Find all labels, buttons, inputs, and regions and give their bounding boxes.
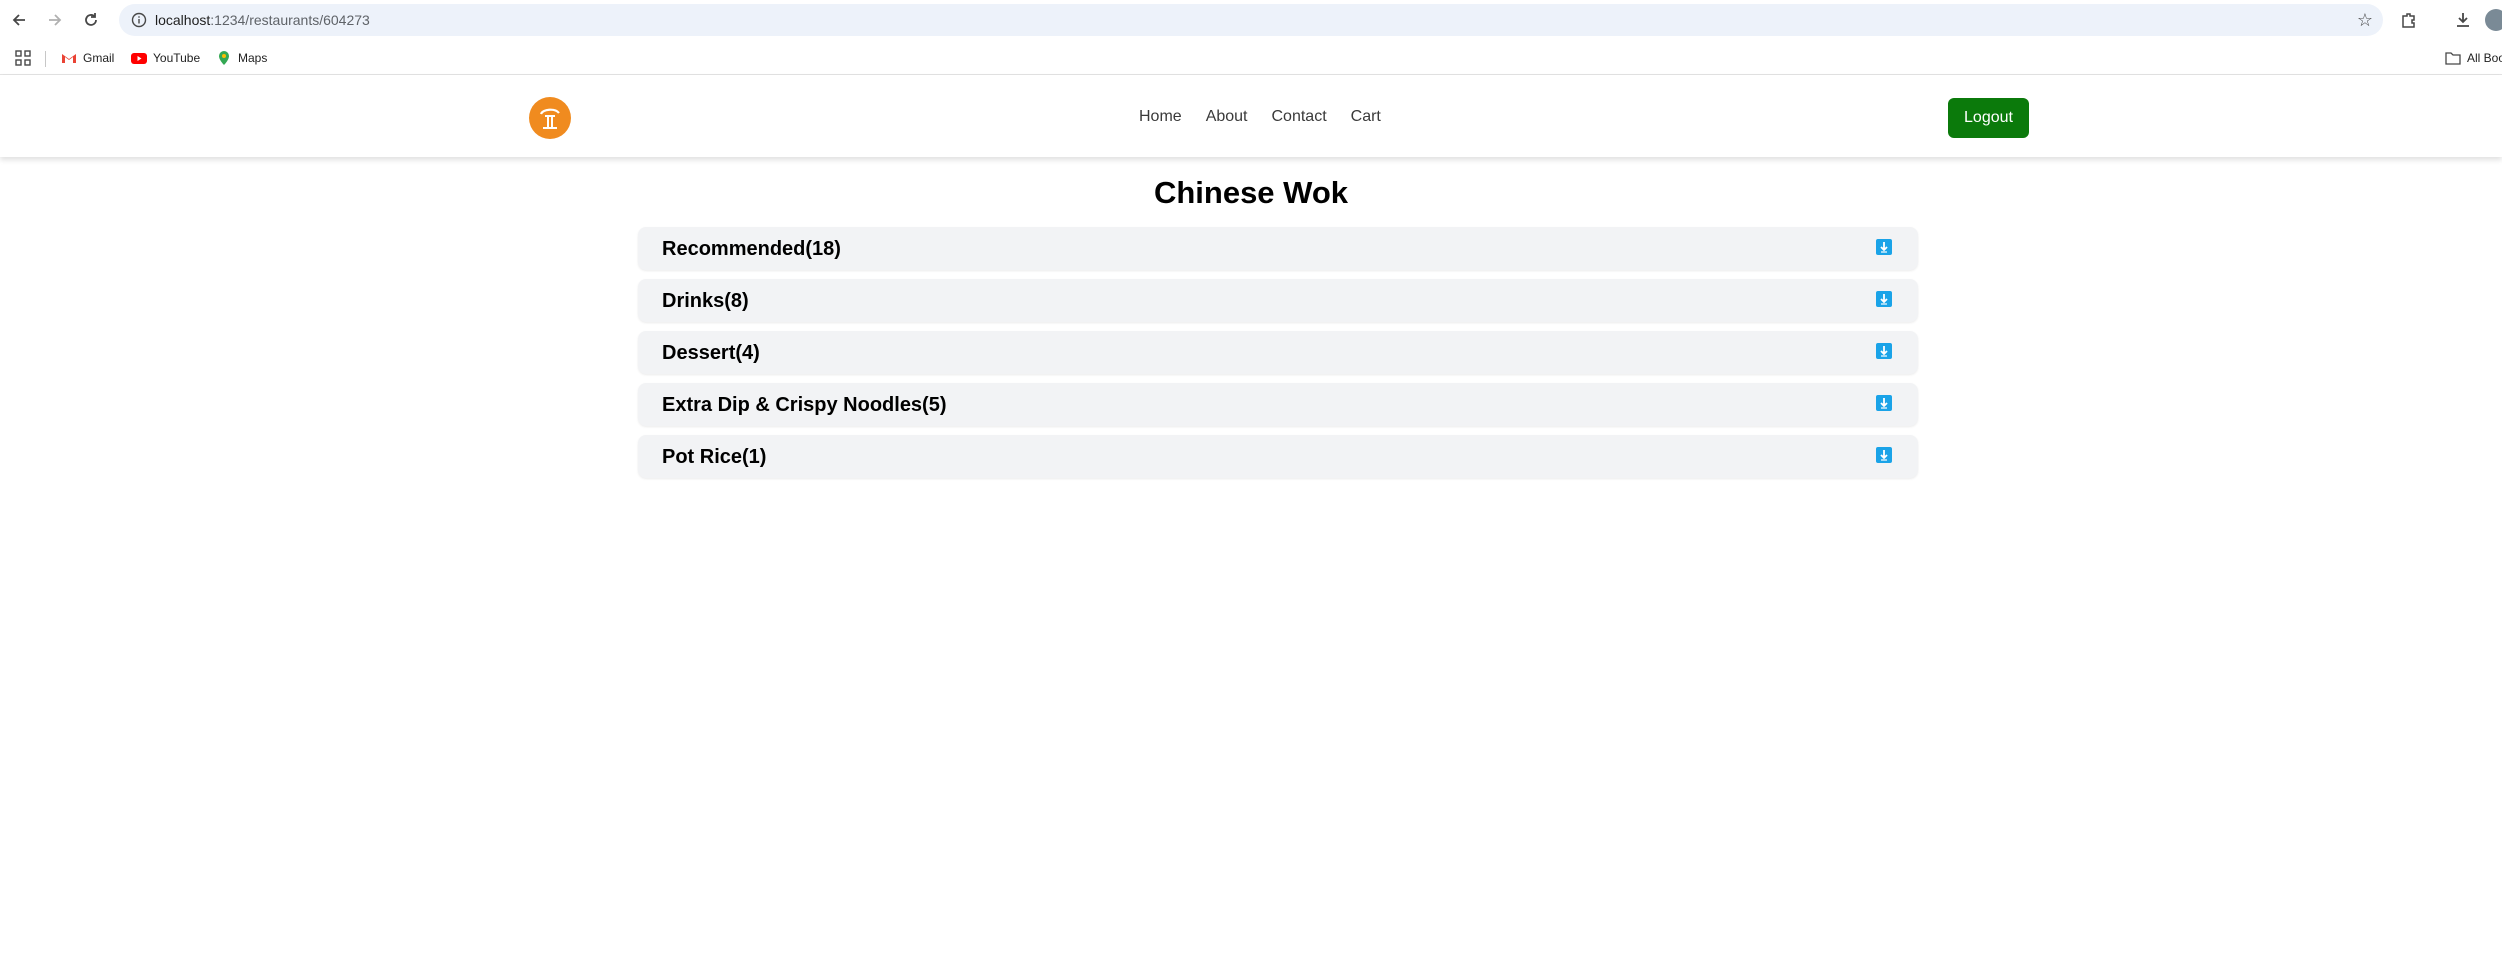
url-text: localhost:1234/restaurants/604273 bbox=[155, 12, 370, 28]
nav-contact[interactable]: Contact bbox=[1272, 108, 1327, 126]
extensions-icon[interactable] bbox=[2397, 8, 2421, 32]
youtube-icon bbox=[131, 50, 147, 66]
address-bar[interactable]: localhost:1234/restaurants/604273 ☆ bbox=[119, 4, 2383, 36]
restaurant-logo[interactable] bbox=[529, 97, 571, 139]
category-drinks[interactable]: Drinks(8) bbox=[638, 279, 1918, 322]
menu-categories: Recommended(18) Drinks(8) Dessert(4) Ext… bbox=[638, 227, 1918, 487]
bookmark-label: Maps bbox=[238, 51, 268, 65]
bookmark-maps[interactable]: Maps bbox=[216, 49, 267, 67]
back-icon[interactable] bbox=[7, 8, 31, 32]
restaurant-title: Chinese Wok bbox=[1153, 175, 1349, 210]
bookmark-star-icon[interactable]: ☆ bbox=[2357, 10, 2373, 31]
bookmark-label: Gmail bbox=[83, 51, 115, 65]
bookmark-youtube[interactable]: YouTube bbox=[131, 49, 200, 67]
folder-icon bbox=[2445, 50, 2461, 66]
all-bookmarks[interactable]: All Boo bbox=[2445, 49, 2502, 67]
expand-arrow-icon[interactable] bbox=[1876, 239, 1892, 255]
download-icon[interactable] bbox=[2451, 8, 2475, 32]
category-label: Dessert(4) bbox=[662, 342, 760, 364]
profile-avatar[interactable] bbox=[2484, 8, 2502, 32]
logo-icon bbox=[539, 108, 560, 129]
gmail-icon bbox=[61, 50, 77, 66]
browser-toolbar: localhost:1234/restaurants/604273 ☆ bbox=[0, 0, 2502, 40]
category-label: Recommended(18) bbox=[662, 238, 841, 260]
category-label: Pot Rice(1) bbox=[662, 446, 767, 468]
bookmark-gmail[interactable]: Gmail bbox=[61, 49, 114, 67]
url-path: :1234/restaurants/604273 bbox=[210, 12, 370, 28]
bookmark-label: YouTube bbox=[153, 51, 201, 65]
category-label: Drinks(8) bbox=[662, 290, 749, 312]
nav-home[interactable]: Home bbox=[1139, 108, 1182, 126]
maps-icon bbox=[216, 50, 232, 66]
site-header: Home About Contact Cart Logout bbox=[0, 75, 2502, 157]
site-info-icon[interactable] bbox=[129, 10, 149, 30]
bookmarks-bar: Gmail YouTube Maps All Boo bbox=[0, 40, 2502, 75]
category-extra-dip[interactable]: Extra Dip & Crispy Noodles(5) bbox=[638, 383, 1918, 426]
logout-button[interactable]: Logout bbox=[1948, 98, 2029, 138]
bookmarks-divider bbox=[45, 51, 46, 67]
expand-arrow-icon[interactable] bbox=[1876, 447, 1892, 463]
category-recommended[interactable]: Recommended(18) bbox=[638, 227, 1918, 270]
category-label: Extra Dip & Crispy Noodles(5) bbox=[662, 394, 947, 416]
expand-arrow-icon[interactable] bbox=[1876, 291, 1892, 307]
main-nav: Home About Contact Cart bbox=[1139, 108, 1405, 126]
forward-icon[interactable] bbox=[43, 8, 67, 32]
reload-icon[interactable] bbox=[79, 8, 103, 32]
expand-arrow-icon[interactable] bbox=[1876, 343, 1892, 359]
nav-about[interactable]: About bbox=[1206, 108, 1248, 126]
apps-grid-icon[interactable] bbox=[15, 49, 31, 67]
all-bookmarks-label: All Boo bbox=[2467, 51, 2502, 65]
category-pot-rice[interactable]: Pot Rice(1) bbox=[638, 435, 1918, 478]
expand-arrow-icon[interactable] bbox=[1876, 395, 1892, 411]
nav-cart[interactable]: Cart bbox=[1351, 108, 1381, 126]
category-dessert[interactable]: Dessert(4) bbox=[638, 331, 1918, 374]
url-host: localhost bbox=[155, 12, 211, 28]
